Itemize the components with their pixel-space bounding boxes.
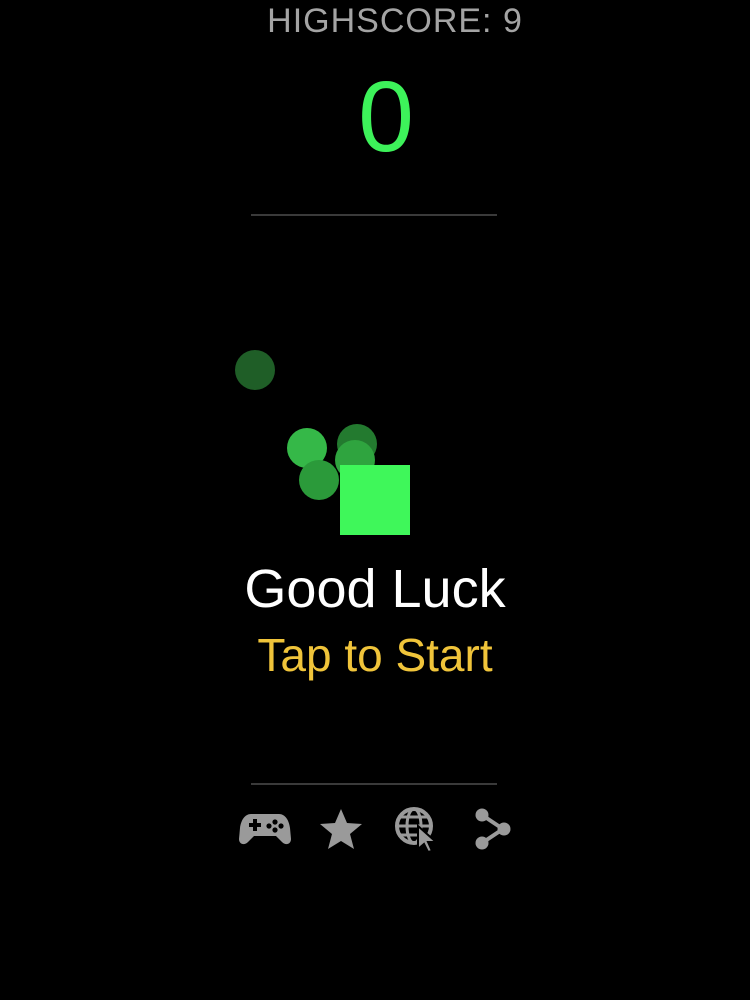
rate-button[interactable] [314,804,368,854]
game-screen[interactable]: HIGHSCORE: 9 0 Good Luck Tap to Start [0,0,750,1000]
game-center-button[interactable] [238,804,292,854]
star-icon [320,809,362,849]
share-button[interactable] [466,804,520,854]
bottom-divider [251,783,497,785]
trail-particle [299,460,339,500]
bottom-toolbar [238,804,518,854]
share-icon [475,808,511,850]
player-square [340,465,410,535]
trail-particle [235,350,275,390]
website-button[interactable] [390,804,444,854]
overlay-title: Good Luck [244,559,506,619]
tap-to-start-prompt[interactable]: Tap to Start [0,628,750,682]
gamepad-icon [239,814,291,845]
globe-cursor-icon [395,807,439,852]
